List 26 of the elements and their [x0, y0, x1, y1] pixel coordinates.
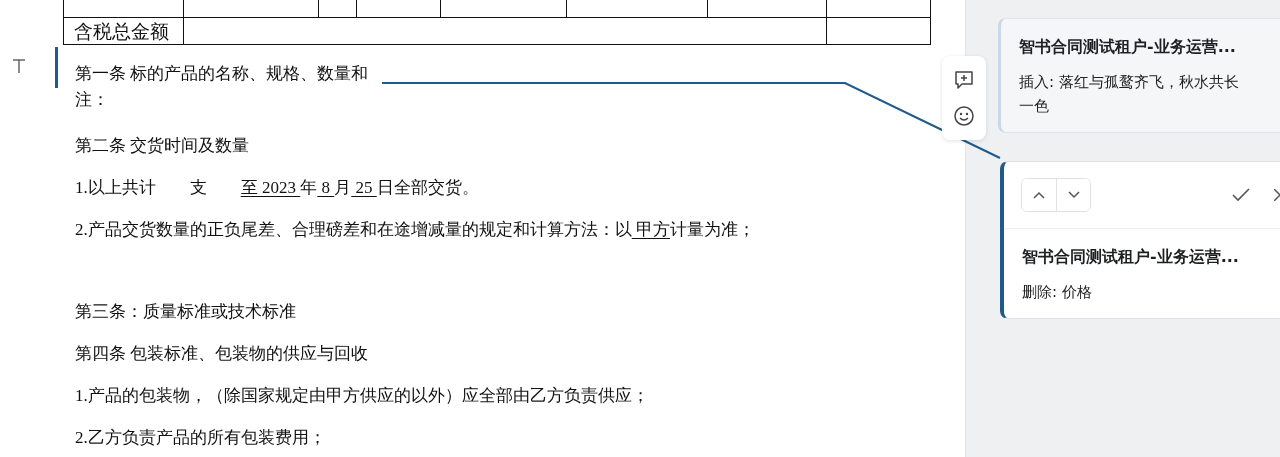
add-comment-icon[interactable] [953, 69, 975, 91]
paragraph: 注： [75, 89, 110, 111]
table-cell [319, 0, 357, 18]
paragraph: 1.产品的包装物，（除国家规定由甲方供应的以外）应全部由乙方负责供应； [75, 385, 650, 407]
comment-card[interactable]: 智书合同测试租户-业务运营... 删除: 价格 [1000, 161, 1280, 319]
change-bar [55, 47, 58, 88]
paragraph: 第一条 标的产品的名称、规格、数量和 [75, 63, 370, 85]
table-cell: 含税总金额 [64, 18, 184, 45]
close-icon[interactable] [1274, 189, 1280, 201]
chevron-down-icon [1067, 191, 1080, 199]
comment-text: 删除: 价格 [1022, 282, 1093, 303]
comment-card[interactable]: 智书合同测试租户-业务运营... 插入: 落红与孤鹜齐飞，秋水共长 一色 [998, 18, 1280, 133]
emoji-icon[interactable] [953, 105, 975, 127]
paragraph: 2.乙方负责产品的所有包装费用； [75, 427, 327, 449]
chevron-up-icon [1033, 191, 1045, 199]
paragraph: 2.产品交货数量的正负尾差、合理磅差和在途增减量的规定和计算方法：以 甲方计量为准； [75, 219, 756, 241]
comment-text: 一色 [1019, 96, 1050, 117]
text-cursor-icon [12, 58, 26, 74]
comment-text: 插入: 落红与孤鹜齐飞，秋水共长 [1019, 72, 1240, 93]
paragraph: 1.以上共计 支 至 2023 年 8 月 25 日全部交货。 [75, 177, 480, 199]
check-icon[interactable] [1232, 188, 1250, 202]
paragraph: 第四条 包装标准、包装物的供应与回收 [75, 343, 370, 365]
comment-author: 智书合同测试租户-业务运营... [1022, 247, 1240, 268]
paragraph: 第三条：质量标准或技术标准 [75, 301, 297, 323]
comment-author: 智书合同测试租户-业务运营... [1019, 37, 1237, 58]
paragraph: 第二条 交货时间及数量 [75, 135, 251, 157]
